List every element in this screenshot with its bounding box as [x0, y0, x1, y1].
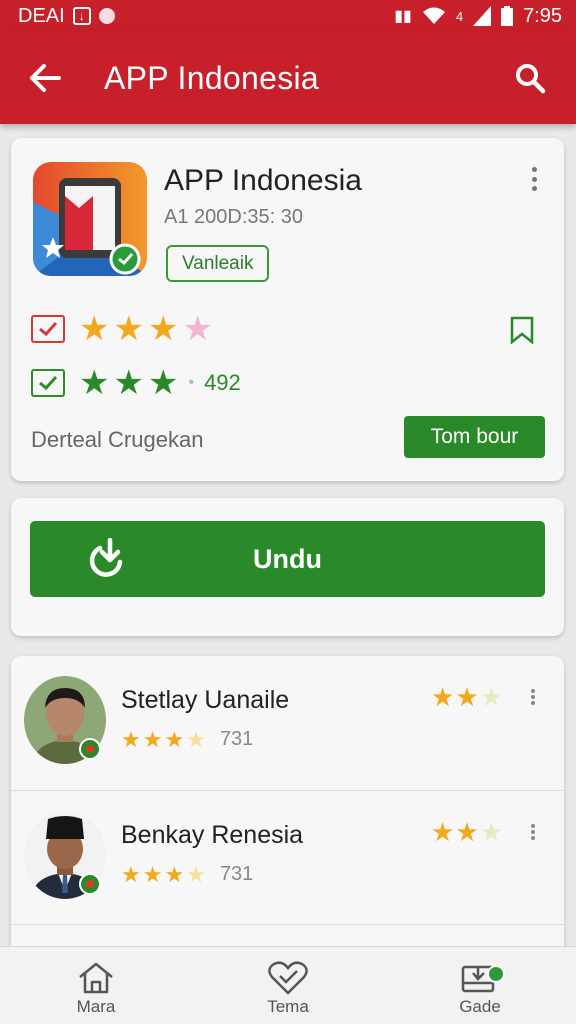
- rating-row-1: ★ ★ ★ ★: [31, 312, 213, 346]
- bottom-navigation: Mara Tema Gade: [0, 946, 576, 1024]
- list-item[interactable]: Stetlay Uanaile ★ ★ ★ ★ 731 ★ ★ ★: [11, 656, 564, 790]
- arrow-left-icon: [30, 64, 61, 92]
- review-rating: ★ ★ ★: [431, 684, 503, 710]
- star-icon: ★: [113, 364, 144, 402]
- action-button[interactable]: Tom bour: [404, 416, 545, 458]
- battery-icon: [501, 6, 514, 26]
- reviewer-name: Benkay Renesia: [121, 821, 304, 849]
- more-options-icon[interactable]: [521, 821, 545, 843]
- app-bar: APP Indonesia: [0, 32, 576, 124]
- star-icon: ★: [455, 682, 479, 712]
- developer-name[interactable]: Derteal Crugekan: [31, 427, 203, 453]
- bookmark-icon[interactable]: [509, 316, 535, 349]
- star-icon: ★: [479, 817, 503, 847]
- app-info-card: APP Indonesia A1 200D:35: 30 Vanleaik ★ …: [11, 138, 564, 481]
- more-options-icon[interactable]: [522, 164, 546, 194]
- star-icon: ★: [79, 364, 110, 402]
- review-stars: ★ ★ ★ ★ 731: [121, 863, 253, 886]
- app-name: APP Indonesia: [164, 164, 362, 197]
- green-check-icon[interactable]: [31, 369, 65, 397]
- star-icon: ★: [113, 310, 144, 348]
- star-icon: ★: [142, 861, 163, 887]
- home-icon: [79, 962, 113, 994]
- rating-row-2: ★ ★ ★ • 492: [31, 366, 241, 400]
- star-icon: ★: [121, 726, 141, 752]
- verified-badge-icon: [79, 873, 101, 895]
- app-tag[interactable]: Vanleaik: [166, 245, 270, 282]
- star-icon: ★: [142, 726, 163, 752]
- rating-count: 492: [204, 370, 241, 395]
- verified-badge-icon: [79, 738, 101, 760]
- review-stars: ★ ★ ★ ★ 731: [121, 728, 253, 751]
- star-icon: ★: [182, 310, 213, 348]
- star-icon: ★: [186, 726, 206, 752]
- status-bar: DEAI ↓ ▮▮ 4 7:95: [0, 0, 576, 32]
- app-icon: [33, 162, 147, 276]
- clock: 7:95: [523, 4, 562, 27]
- download-button[interactable]: Undu: [30, 521, 545, 597]
- star-icon: ★: [479, 682, 503, 712]
- star-icon: ★: [431, 817, 455, 847]
- notification-icon: ↓: [72, 7, 91, 25]
- download-card: Undu: [11, 498, 564, 636]
- red-check-icon[interactable]: [31, 315, 65, 343]
- list-item[interactable]: Benkay Renesia ★ ★ ★ ★ 731 ★ ★ ★: [11, 790, 564, 924]
- notification-badge: [487, 965, 505, 983]
- star-icon: ★: [186, 861, 206, 887]
- reviewer-name: Stetlay Uanaile: [121, 686, 290, 714]
- nav-label: Tema: [267, 997, 309, 1016]
- review-count: 731: [219, 863, 254, 885]
- review-count: 731: [219, 728, 254, 750]
- reviews-card: Stetlay Uanaile ★ ★ ★ ★ 731 ★ ★ ★ Benkay…: [11, 656, 564, 956]
- nav-item-gade[interactable]: Gade: [384, 947, 576, 1024]
- star-icon: ★: [147, 310, 179, 348]
- network-label: 4: [455, 8, 464, 24]
- download-refresh-icon: [86, 537, 128, 587]
- star-icon: ★: [79, 310, 110, 348]
- nav-label: Mara: [76, 997, 116, 1016]
- star-icon: ★: [455, 817, 479, 847]
- signal-icon: [473, 6, 492, 26]
- star-icon: ★: [164, 726, 185, 752]
- wifi-icon: [422, 7, 445, 24]
- star-icon: ★: [121, 861, 141, 887]
- nav-item-tema[interactable]: Tema: [192, 947, 384, 1024]
- heart-check-icon: [268, 961, 308, 995]
- app-meta: A1 200D:35: 30: [164, 206, 303, 228]
- star-icon: ★: [147, 364, 179, 402]
- search-icon: [516, 64, 546, 94]
- vibrate-icon: ▮▮: [394, 8, 412, 25]
- carrier-label: DEAI: [18, 4, 65, 27]
- page-title: APP Indonesia: [104, 59, 320, 96]
- sync-icon: [98, 8, 115, 24]
- nav-label: Gade: [459, 997, 501, 1016]
- star-icon: ★: [431, 682, 455, 712]
- separator-dot: •: [188, 374, 195, 391]
- nav-item-mara[interactable]: Mara: [0, 947, 192, 1024]
- star-icon: ★: [164, 861, 185, 887]
- review-rating: ★ ★ ★: [431, 819, 503, 845]
- search-button[interactable]: [484, 32, 576, 124]
- more-options-icon[interactable]: [521, 686, 545, 708]
- download-label: Undu: [253, 543, 322, 574]
- back-button[interactable]: [0, 32, 90, 124]
